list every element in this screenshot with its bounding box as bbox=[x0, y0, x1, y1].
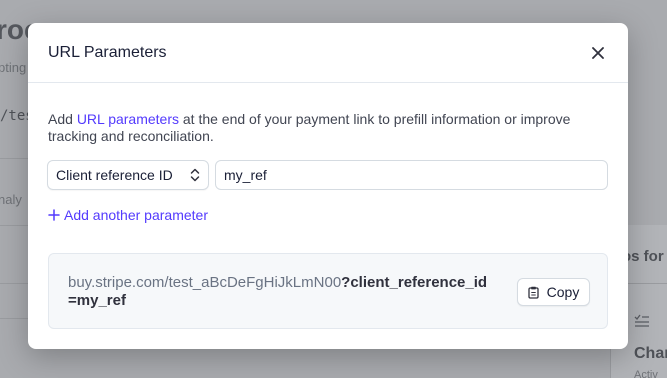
background-subtitle: pting bbox=[0, 60, 27, 75]
parameter-row: Client reference ID my_ref bbox=[47, 160, 608, 190]
checklist-icon bbox=[634, 314, 650, 331]
url-parameters-dialog: URL Parameters Add URL parameters at the… bbox=[28, 23, 628, 349]
background-panel-heading: os for bbox=[622, 248, 664, 265]
generated-url: buy.stripe.com/test_aBcDeFgHiJkLmN00?cli… bbox=[68, 274, 488, 310]
background-divider bbox=[628, 283, 667, 284]
dialog-header: URL Parameters bbox=[28, 23, 628, 83]
clipboard-icon bbox=[528, 286, 539, 299]
close-button[interactable] bbox=[586, 41, 610, 65]
close-icon bbox=[592, 46, 604, 59]
plus-icon bbox=[48, 209, 60, 221]
background-panel-subtitle: Activ bbox=[634, 369, 658, 378]
parameter-value-input[interactable]: my_ref bbox=[215, 160, 608, 190]
copy-button[interactable]: Copy bbox=[517, 278, 590, 306]
dialog-title: URL Parameters bbox=[48, 43, 167, 61]
url-base: buy.stripe.com/test_aBcDeFgHiJkLmN00 bbox=[68, 274, 342, 291]
description-text: Add bbox=[48, 111, 77, 127]
background-analytics-text: naly bbox=[0, 192, 22, 207]
copy-label: Copy bbox=[546, 284, 580, 300]
background-divider bbox=[0, 318, 28, 319]
background-divider bbox=[0, 283, 28, 284]
url-parameters-link[interactable]: URL parameters bbox=[77, 111, 179, 127]
background-divider bbox=[0, 158, 28, 159]
background-panel-title: Char bbox=[634, 345, 667, 362]
chevron-up-down-icon bbox=[190, 168, 200, 182]
parameter-type-select[interactable]: Client reference ID bbox=[47, 160, 209, 190]
parameter-type-value: Client reference ID bbox=[56, 167, 173, 183]
add-parameter-label: Add another parameter bbox=[64, 207, 208, 223]
generated-url-box: buy.stripe.com/test_aBcDeFgHiJkLmN00?cli… bbox=[48, 253, 608, 329]
add-parameter-button[interactable]: Add another parameter bbox=[48, 207, 208, 223]
dialog-description: Add URL parameters at the end of your pa… bbox=[48, 111, 614, 145]
